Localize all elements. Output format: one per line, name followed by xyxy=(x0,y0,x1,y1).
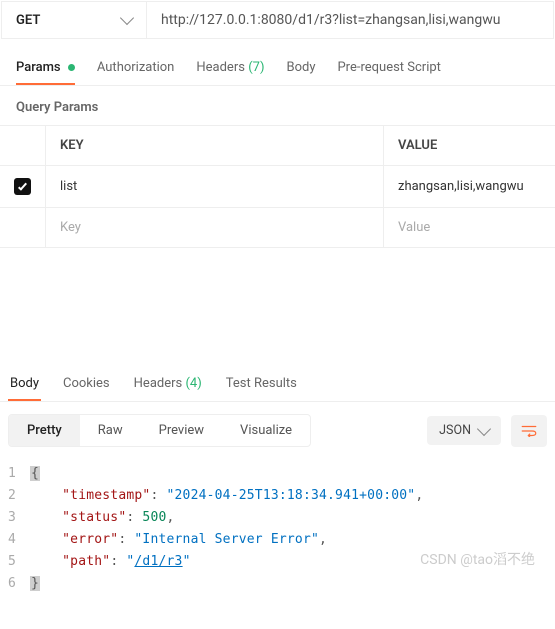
row-checkbox-cell[interactable] xyxy=(0,166,46,207)
row-value-placeholder[interactable]: Value xyxy=(384,208,555,247)
response-body-code[interactable]: 1 2 3 4 5 6 { "timestamp": "2024-04-25T1… xyxy=(0,459,555,605)
tab-body[interactable]: Body xyxy=(286,60,315,85)
tab-params[interactable]: Params xyxy=(16,60,75,85)
query-params-title: Query Params xyxy=(0,86,555,125)
resp-tab-body[interactable]: Body xyxy=(8,368,41,401)
view-raw[interactable]: Raw xyxy=(80,415,141,446)
view-preview[interactable]: Preview xyxy=(141,415,222,446)
chevron-down-icon xyxy=(120,11,134,25)
request-tabs: Params Authorization Headers (7) Body Pr… xyxy=(0,40,555,86)
resp-headers-count: (4) xyxy=(185,376,201,391)
row-checkbox-cell-empty xyxy=(0,208,46,247)
url-text: http://127.0.0.1:8080/d1/r3?list=zhangsa… xyxy=(161,12,501,28)
row-key[interactable]: list xyxy=(46,166,384,207)
tab-headers[interactable]: Headers (7) xyxy=(196,60,264,85)
table-row-empty[interactable]: Key Value xyxy=(0,208,555,247)
response-tabs: Body Cookies Headers (4) Test Results xyxy=(0,368,555,402)
view-mode-segment: Pretty Raw Preview Visualize xyxy=(8,414,311,447)
format-label: JSON xyxy=(439,423,471,438)
table-header-row: KEY VALUE xyxy=(0,126,555,166)
checkbox-checked-icon[interactable] xyxy=(14,178,31,195)
request-row: GET http://127.0.0.1:8080/d1/r3?list=zha… xyxy=(1,1,554,39)
wrap-lines-button[interactable] xyxy=(511,415,547,447)
chevron-down-icon xyxy=(477,421,491,435)
header-value: VALUE xyxy=(384,126,555,165)
row-key-placeholder[interactable]: Key xyxy=(46,208,384,247)
resp-tab-headers[interactable]: Headers (4) xyxy=(132,368,204,401)
body-controls: Pretty Raw Preview Visualize JSON xyxy=(0,402,555,459)
http-method-select[interactable]: GET xyxy=(2,2,147,38)
line-gutter: 1 2 3 4 5 6 xyxy=(8,463,30,595)
row-value[interactable]: zhangsan,lisi,wangwu xyxy=(384,166,555,207)
code-content[interactable]: { "timestamp": "2024-04-25T13:18:34.941+… xyxy=(30,463,423,595)
table-row[interactable]: list zhangsan,lisi,wangwu xyxy=(0,166,555,208)
query-params-table: KEY VALUE list zhangsan,lisi,wangwu Key … xyxy=(0,125,555,248)
tab-authorization[interactable]: Authorization xyxy=(97,60,175,85)
header-key: KEY xyxy=(46,126,384,165)
url-input[interactable]: http://127.0.0.1:8080/d1/r3?list=zhangsa… xyxy=(147,2,553,38)
resp-tab-cookies[interactable]: Cookies xyxy=(61,368,112,401)
tab-pre-request[interactable]: Pre-request Script xyxy=(337,60,440,85)
format-select[interactable]: JSON xyxy=(427,416,501,445)
view-visualize[interactable]: Visualize xyxy=(222,415,310,446)
header-check-cell xyxy=(0,126,46,165)
active-dot-icon xyxy=(68,64,75,71)
wrap-lines-icon xyxy=(521,425,537,437)
headers-count: (7) xyxy=(248,60,264,75)
view-pretty[interactable]: Pretty xyxy=(9,415,80,446)
http-method-label: GET xyxy=(16,13,40,28)
resp-tab-test-results[interactable]: Test Results xyxy=(224,368,299,401)
